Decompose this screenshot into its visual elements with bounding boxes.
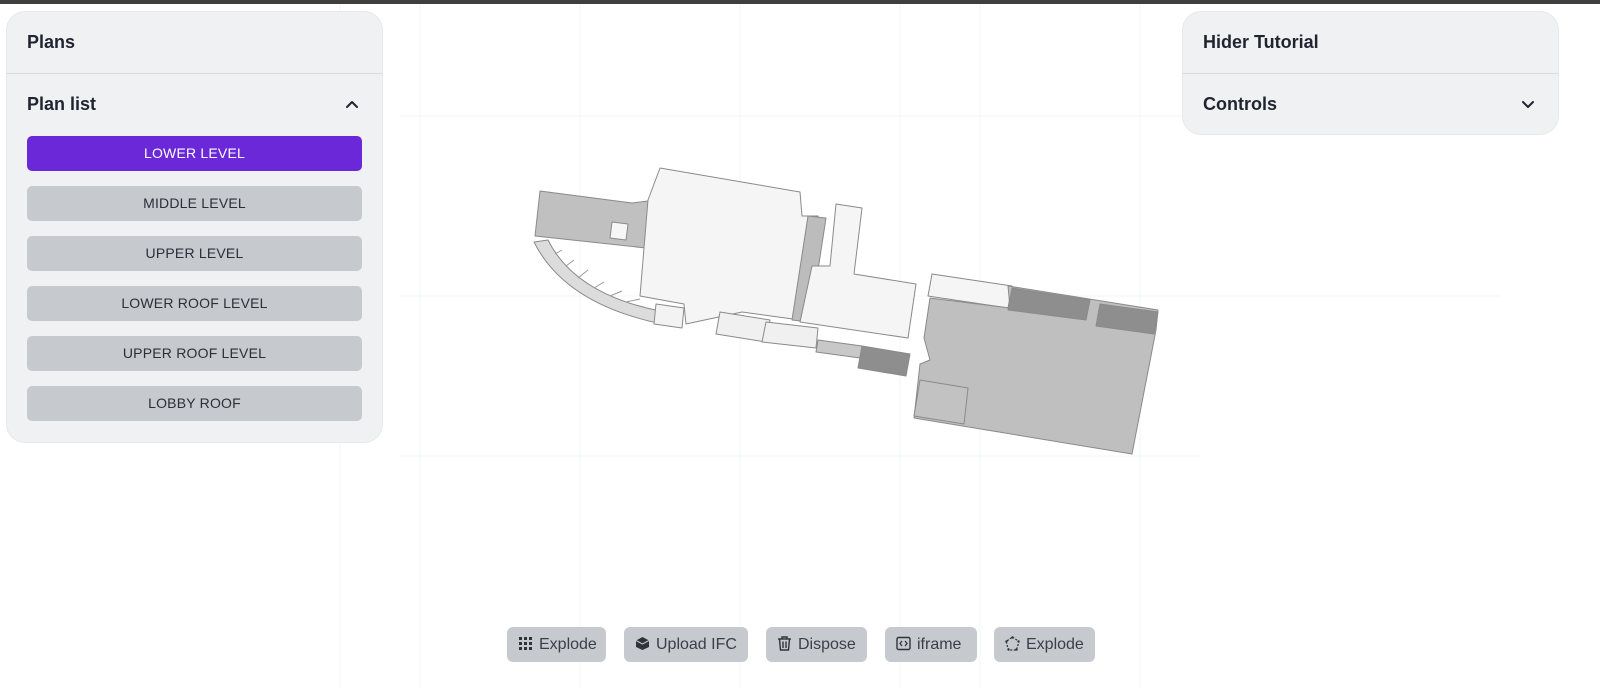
code-icon bbox=[896, 636, 911, 651]
chevron-down-icon[interactable] bbox=[1520, 96, 1536, 112]
plan-button-upper-roof-level[interactable]: UPPER ROOF LEVEL bbox=[27, 336, 362, 371]
explode-polygon-button[interactable]: Explode bbox=[994, 627, 1095, 662]
explode-button-label: Explode bbox=[539, 636, 597, 653]
hider-tutorial-title: Hider Tutorial bbox=[1183, 12, 1558, 74]
trash-icon bbox=[778, 636, 791, 651]
iframe-button-label: iframe bbox=[917, 636, 962, 653]
grid-icon bbox=[519, 637, 532, 650]
explode-polygon-button-label: Explode bbox=[1026, 636, 1084, 653]
plan-button-lower-level[interactable]: LOWER LEVEL bbox=[27, 136, 362, 171]
dispose-button[interactable]: Dispose bbox=[766, 627, 867, 662]
cube-icon bbox=[635, 637, 650, 650]
chevron-up-icon[interactable] bbox=[344, 96, 360, 112]
polygon-icon bbox=[1005, 636, 1020, 651]
plan-button-upper-level[interactable]: UPPER LEVEL bbox=[27, 236, 362, 271]
explode-button[interactable]: Explode bbox=[507, 627, 606, 662]
plan-list: LOWER LEVEL MIDDLE LEVEL UPPER LEVEL LOW… bbox=[7, 134, 382, 421]
plan-button-middle-level[interactable]: MIDDLE LEVEL bbox=[27, 186, 362, 221]
upload-ifc-button-label: Upload IFC bbox=[656, 636, 737, 653]
plan-button-lobby-roof[interactable]: LOBBY ROOF bbox=[27, 386, 362, 421]
upload-ifc-button[interactable]: Upload IFC bbox=[624, 627, 748, 662]
plan-list-title: Plan list bbox=[27, 94, 97, 114]
plans-panel: Plans Plan list LOWER LEVEL MIDDLE LEVEL… bbox=[7, 12, 382, 442]
iframe-button[interactable]: iframe bbox=[885, 627, 977, 662]
plan-button-lower-roof-level[interactable]: LOWER ROOF LEVEL bbox=[27, 286, 362, 321]
controls-title: Controls bbox=[1203, 94, 1277, 114]
plans-panel-title: Plans bbox=[7, 12, 382, 74]
hider-tutorial-panel: Hider Tutorial Controls bbox=[1183, 12, 1558, 134]
plan-list-header[interactable]: Plan list bbox=[7, 74, 382, 134]
dispose-button-label: Dispose bbox=[798, 636, 856, 653]
controls-header[interactable]: Controls bbox=[1183, 74, 1558, 134]
